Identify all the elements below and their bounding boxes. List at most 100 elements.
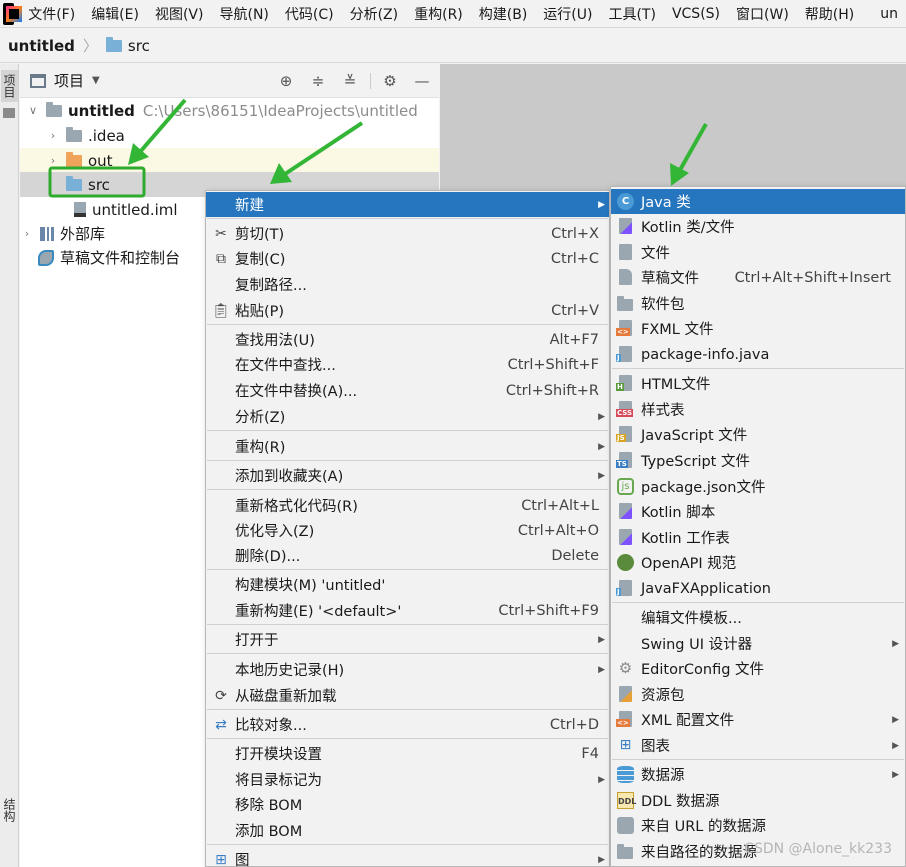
submenu-item-ddl-data-source[interactable]: DDL DDL 数据源 [611, 788, 905, 813]
menu-item-remove-bom[interactable]: 移除 BOM [206, 792, 609, 817]
css-file-icon: CSS [616, 401, 634, 418]
kotlin-file-icon [617, 218, 634, 235]
submenu-item-stylesheet[interactable]: CSS 样式表 [611, 397, 905, 422]
menu-separator [207, 738, 608, 739]
submenu-item-java-class[interactable]: C Java 类 [611, 189, 905, 214]
menu-item-copy-path[interactable]: 复制路径... [206, 272, 609, 297]
menu-build[interactable]: 构建(B) [475, 4, 532, 24]
submenu-item-file[interactable]: 文件 [611, 240, 905, 265]
menu-item-cut[interactable]: ✂ 剪切(T) Ctrl+X [206, 221, 609, 246]
submenu-item-package[interactable]: 软件包 [611, 291, 905, 316]
clipboard-icon: 📋︎ [212, 302, 230, 319]
submenu-item-kotlin-class[interactable]: Kotlin 类/文件 [611, 214, 905, 239]
menu-separator [207, 709, 608, 710]
menu-item-find-in-files[interactable]: 在文件中查找... Ctrl+Shift+F [206, 352, 609, 377]
gear-icon[interactable]: ⚙ [380, 71, 400, 91]
breadcrumb: untitled 〉 src [0, 29, 906, 63]
submenu-item-html[interactable]: H HTML文件 [611, 371, 905, 396]
menu-file[interactable]: 文件(F) [24, 4, 79, 24]
submenu-item-typescript[interactable]: TS TypeScript 文件 [611, 448, 905, 473]
submenu-item-package-info[interactable]: J package-info.java [611, 342, 905, 367]
menu-item-replace-in-files[interactable]: 在文件中替换(A)... Ctrl+Shift+R [206, 378, 609, 403]
menu-item-add-bom[interactable]: 添加 BOM [206, 818, 609, 843]
refresh-icon: ⟳ [215, 687, 227, 704]
menu-item-delete[interactable]: 删除(D)... Delete [206, 543, 609, 568]
breadcrumb-project[interactable]: untitled [8, 37, 75, 55]
submenu-item-diagram[interactable]: ⊞ 图表 ▶ [611, 733, 905, 758]
submenu-item-editorconfig[interactable]: ⚙ EditorConfig 文件 [611, 656, 905, 681]
expand-all-icon[interactable]: ≑ [308, 71, 328, 91]
menu-item-optimize-imports[interactable]: 优化导入(Z) Ctrl+Alt+O [206, 518, 609, 543]
submenu-item-url-data-source[interactable]: 来自 URL 的数据源 [611, 813, 905, 838]
menu-item-find-usages[interactable]: 查找用法(U) Alt+F7 [206, 327, 609, 352]
tree-item-out[interactable]: › out [20, 148, 439, 173]
tree-item-idea[interactable]: › .idea [20, 123, 439, 148]
breadcrumb-folder[interactable]: src [128, 37, 150, 55]
menu-navigate[interactable]: 导航(N) [215, 4, 272, 24]
submenu-item-xml-config[interactable]: <> XML 配置文件 ▶ [611, 707, 905, 732]
project-panel-title[interactable]: 项目 [54, 70, 84, 91]
menu-item-compare-with[interactable]: ⇄ 比较对象... Ctrl+D [206, 712, 609, 737]
java-class-icon: C [617, 193, 634, 210]
submenu-item-swing-ui[interactable]: Swing UI 设计器 ▶ [611, 631, 905, 656]
menu-item-refactor[interactable]: 重构(R) ▶ [206, 434, 609, 459]
menu-item-paste[interactable]: 📋︎ 粘贴(P) Ctrl+V [206, 298, 609, 323]
menu-item-reformat-code[interactable]: 重新格式化代码(R) Ctrl+Alt+L [206, 493, 609, 518]
hide-icon[interactable]: — [412, 71, 432, 91]
menu-refactor[interactable]: 重构(R) [410, 4, 467, 24]
menu-item-open-in[interactable]: 打开于 ▶ [206, 627, 609, 652]
locate-icon[interactable]: ⊕ [276, 71, 296, 91]
menu-item-diagrams[interactable]: ⊞ 图 ▶ [206, 847, 609, 867]
scratches-icon [38, 249, 54, 266]
menu-run[interactable]: 运行(U) [539, 4, 596, 24]
menu-code[interactable]: 代码(C) [281, 4, 338, 24]
menu-item-local-history[interactable]: 本地历史记录(H) ▶ [206, 657, 609, 682]
java-file-icon: J [616, 580, 634, 597]
menu-item-mark-directory-as[interactable]: 将目录标记为 ▶ [206, 767, 609, 792]
collapse-all-icon[interactable]: ≚ [340, 71, 360, 91]
menu-edit[interactable]: 编辑(E) [87, 4, 143, 24]
menu-item-add-to-favorites[interactable]: 添加到收藏夹(A) ▶ [206, 463, 609, 488]
menu-item-reload-from-disk[interactable]: ⟳ 从磁盘重新加载 [206, 683, 609, 708]
menu-item-rebuild[interactable]: 重新构建(E) '<default>' Ctrl+Shift+F9 [206, 598, 609, 623]
project-path: C:\Users\86151\IdeaProjects\untitled [142, 101, 418, 120]
submenu-arrow-icon: ▶ [598, 634, 605, 645]
menu-help[interactable]: 帮助(H) [801, 4, 858, 24]
submenu-item-fxml[interactable]: <> FXML 文件 [611, 316, 905, 341]
menu-bar: 文件(F) 编辑(E) 视图(V) 导航(N) 代码(C) 分析(Z) 重构(R… [0, 0, 906, 28]
chevron-right-icon[interactable]: › [46, 129, 60, 142]
submenu-item-javafx[interactable]: J JavaFXApplication [611, 576, 905, 601]
structure-tool-tab[interactable]: 结构 [1, 794, 18, 826]
tree-item-untitled[interactable]: ∨ untitled C:\Users\86151\IdeaProjects\u… [20, 98, 439, 123]
submenu-item-openapi[interactable]: OpenAPI 规范 [611, 550, 905, 575]
menu-item-new[interactable]: 新建 ▶ [206, 192, 609, 217]
submenu-item-javascript[interactable]: JS JavaScript 文件 [611, 422, 905, 447]
submenu-item-kotlin-script[interactable]: Kotlin 脚本 [611, 499, 905, 524]
submenu-item-package-json[interactable]: js package.json文件 [611, 474, 905, 499]
chevron-down-icon[interactable]: ∨ [26, 104, 40, 117]
submenu-item-resource-bundle[interactable]: 资源包 [611, 682, 905, 707]
menu-item-build-module[interactable]: 构建模块(M) 'untitled' [206, 572, 609, 597]
menu-item-copy[interactable]: ⧉ 复制(C) Ctrl+C [206, 246, 609, 271]
submenu-item-data-source[interactable]: 数据源 ▶ [611, 762, 905, 787]
compare-icon: ⇄ [215, 716, 227, 733]
chevron-right-icon[interactable]: › [20, 227, 34, 240]
submenu-item-scratch-file[interactable]: 草稿文件 Ctrl+Alt+Shift+Insert [611, 265, 905, 290]
menu-separator [207, 218, 608, 219]
javascript-file-icon: JS [616, 426, 634, 443]
nodejs-icon: js [617, 478, 634, 495]
submenu-item-kotlin-worksheet[interactable]: Kotlin 工作表 [611, 525, 905, 550]
library-icon [40, 226, 54, 241]
chevron-right-icon[interactable]: › [46, 154, 60, 167]
menu-tools[interactable]: 工具(T) [604, 4, 659, 24]
project-tool-tab[interactable]: 项目 [1, 70, 18, 102]
menu-item-analyze[interactable]: 分析(Z) ▶ [206, 404, 609, 429]
menu-analyze[interactable]: 分析(Z) [346, 4, 403, 24]
chevron-down-icon[interactable]: ▼ [92, 75, 100, 86]
menu-item-module-settings[interactable]: 打开模块设置 F4 [206, 741, 609, 766]
menu-window[interactable]: 窗口(W) [732, 4, 793, 24]
menu-view[interactable]: 视图(V) [151, 4, 208, 24]
package-icon [617, 295, 634, 312]
menu-vcs[interactable]: VCS(S) [668, 6, 724, 22]
submenu-item-edit-templates[interactable]: 编辑文件模板... [611, 605, 905, 630]
